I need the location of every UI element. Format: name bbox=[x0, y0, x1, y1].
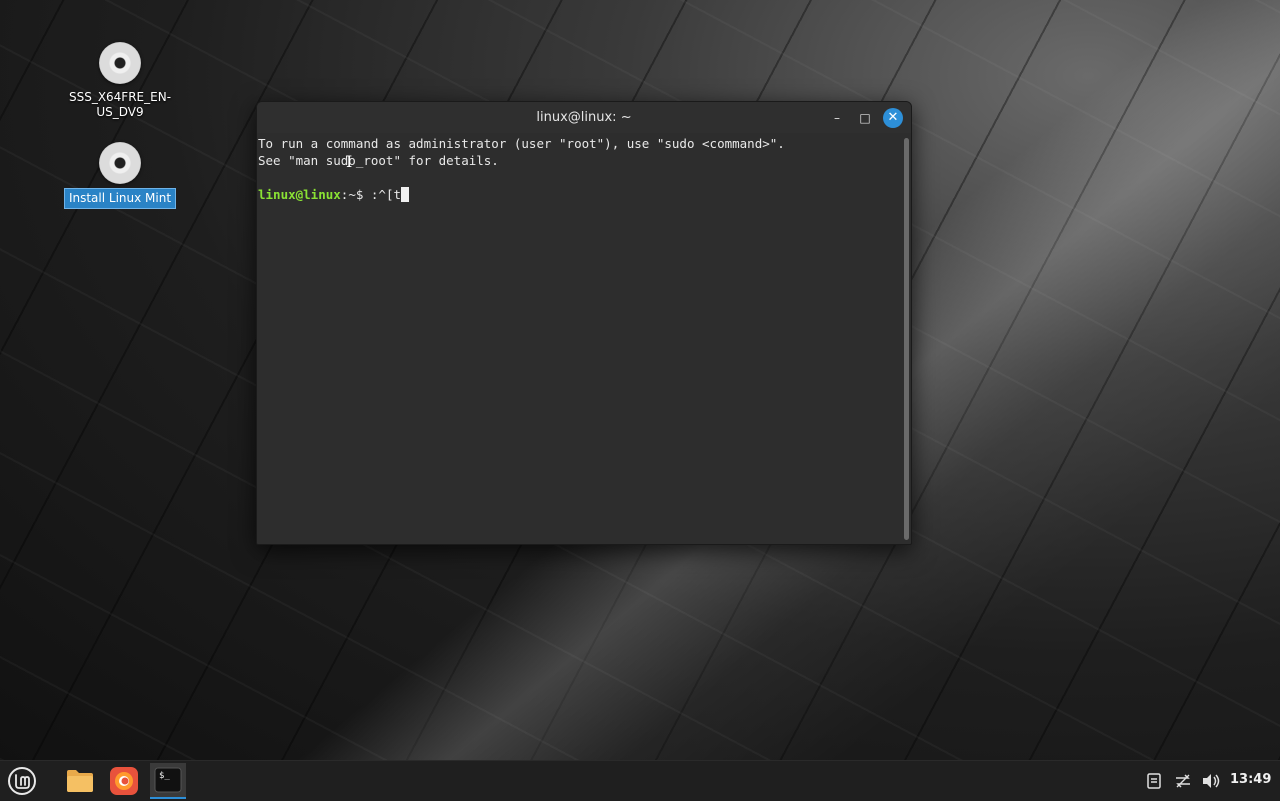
desktop: SSS_X64FRE_EN-US_DV9 Install Linux Mint … bbox=[0, 0, 1280, 760]
disc-icon bbox=[99, 42, 141, 84]
notes-tray-button[interactable] bbox=[1144, 769, 1164, 793]
prompt-user: linux@linux bbox=[258, 187, 341, 202]
terminal-window[interactable]: linux@linux: ~ – □ ✕ To run a command as… bbox=[256, 101, 912, 545]
window-titlebar[interactable]: linux@linux: ~ – □ ✕ bbox=[257, 102, 911, 133]
network-icon bbox=[1176, 774, 1190, 788]
network-tray-button[interactable] bbox=[1172, 769, 1194, 793]
window-title: linux@linux: ~ bbox=[536, 110, 632, 125]
maximize-button[interactable]: □ bbox=[855, 108, 875, 128]
taskbar-files-launcher[interactable] bbox=[62, 763, 98, 799]
clock[interactable]: 13:49 bbox=[1230, 772, 1271, 787]
svg-text:$_: $_ bbox=[159, 771, 170, 781]
minimize-button[interactable]: – bbox=[827, 108, 847, 128]
notes-icon bbox=[1147, 773, 1161, 789]
desktop-icon-label: Install Linux Mint bbox=[63, 188, 177, 209]
linux-mint-logo-icon bbox=[8, 767, 36, 795]
text-cursor bbox=[401, 187, 410, 202]
disc-icon bbox=[99, 142, 141, 184]
menu-button[interactable] bbox=[4, 763, 40, 799]
prompt-path: :~$ bbox=[340, 187, 371, 202]
mouse-ibeam-cursor-icon: I bbox=[346, 152, 353, 171]
terminal-prompt-line[interactable]: linux@linux:~$ :^[t bbox=[258, 186, 900, 203]
taskbar-firefox-launcher[interactable] bbox=[106, 763, 142, 799]
terminal-icon: $_ bbox=[154, 767, 182, 793]
folder-icon bbox=[67, 770, 93, 792]
terminal-line: To run a command as administrator (user … bbox=[258, 136, 785, 151]
taskbar-terminal-window[interactable]: $_ bbox=[150, 763, 186, 799]
firefox-icon bbox=[110, 767, 138, 795]
terminal-input[interactable]: :^[t bbox=[371, 187, 401, 202]
terminal-line: See "man sudo_root" for details. bbox=[258, 153, 499, 168]
terminal-output[interactable]: To run a command as administrator (user … bbox=[257, 133, 901, 544]
volume-icon bbox=[1203, 774, 1220, 788]
desktop-icon-label: SSS_X64FRE_EN-US_DV9 bbox=[68, 90, 172, 119]
terminal-scrollbar[interactable] bbox=[904, 138, 909, 540]
taskbar: $_ 13:49 bbox=[0, 760, 1280, 801]
desktop-icon-sss-disc[interactable]: SSS_X64FRE_EN-US_DV9 bbox=[60, 42, 180, 122]
volume-tray-button[interactable] bbox=[1200, 769, 1222, 793]
desktop-icon-install-linux-mint[interactable]: Install Linux Mint bbox=[60, 142, 180, 209]
close-button[interactable]: ✕ bbox=[883, 108, 903, 128]
